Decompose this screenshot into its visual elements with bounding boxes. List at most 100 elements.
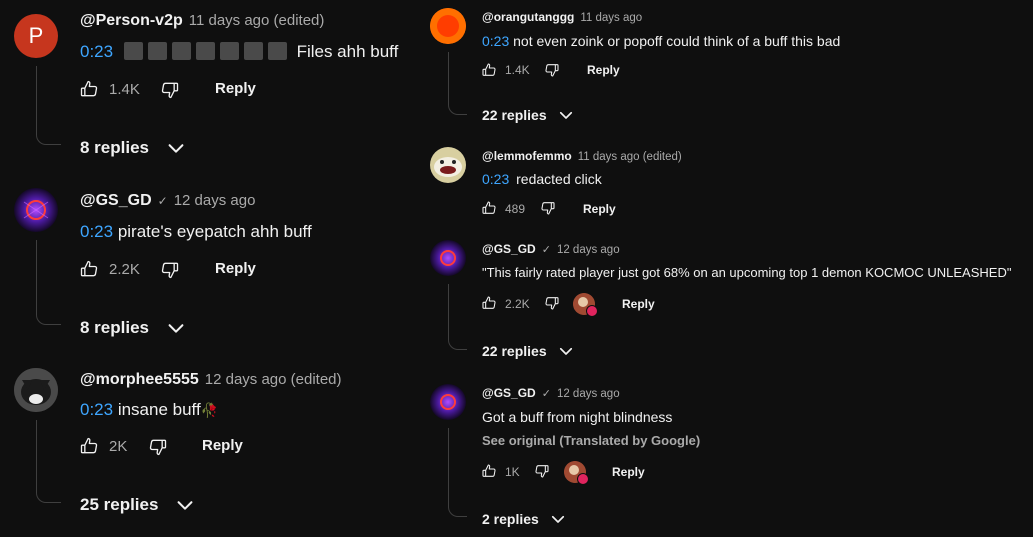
redacted-blocks <box>123 42 292 61</box>
author-name[interactable]: @orangutanggg <box>482 10 574 24</box>
view-replies-button[interactable]: 25 replies <box>80 494 196 516</box>
thumb-down-icon[interactable] <box>160 260 180 280</box>
comment-text: redacted click <box>516 171 602 187</box>
comment-text: Got a buff from night blindness <box>482 409 673 425</box>
comment-text: insane buff <box>117 400 201 419</box>
chevron-down-icon <box>549 510 567 528</box>
like-count: 2.2K <box>505 297 530 311</box>
heart-icon <box>586 305 598 317</box>
reply-button[interactable]: Reply <box>612 465 645 479</box>
wilted-rose-emoji: 🥀 <box>200 402 219 418</box>
comment-date: 12 days ago <box>556 244 620 256</box>
replies-count: 2 replies <box>482 511 539 527</box>
chevron-down-icon <box>165 137 187 159</box>
avatar-image <box>14 188 58 232</box>
comment-text: pirate's eyepatch ahh buff <box>117 222 312 241</box>
avatar-image <box>14 368 58 412</box>
replies-count: 22 replies <box>482 343 547 359</box>
view-replies-button[interactable]: 22 replies <box>482 342 575 360</box>
author-name[interactable]: @morphee5555 <box>80 371 199 389</box>
author-name[interactable]: @Person-v2p <box>80 12 183 30</box>
comment-text: not even zoink or popoff could think of … <box>513 33 841 49</box>
comment-date: 11 days ago <box>580 12 643 24</box>
comment-date: 12 days ago <box>173 192 256 209</box>
thread-line <box>448 428 467 517</box>
thread-line <box>36 240 61 325</box>
comment-text-row: 0:23 not even zoink or popoff could thin… <box>482 33 840 49</box>
reply-button[interactable]: Reply <box>587 63 620 77</box>
avatar[interactable] <box>430 384 466 420</box>
timestamp-link[interactable]: 0:23 <box>482 171 509 187</box>
thumb-up-icon[interactable] <box>79 259 99 279</box>
like-count: 2.2K <box>109 261 140 278</box>
thumb-down-icon[interactable] <box>544 295 560 311</box>
avatar[interactable] <box>430 8 466 44</box>
thread-line <box>36 420 61 503</box>
avatar-letter: P <box>28 23 44 48</box>
like-count: 1K <box>505 465 520 479</box>
reply-button[interactable]: Reply <box>215 80 256 97</box>
avatar[interactable]: P <box>14 14 58 58</box>
view-replies-button[interactable]: 22 replies <box>482 106 575 124</box>
avatar[interactable] <box>14 368 58 412</box>
see-original-link[interactable]: See original (Translated by Google) <box>482 433 700 448</box>
timestamp-link[interactable]: 0:23 <box>482 33 509 49</box>
creator-heart-badge <box>573 293 598 317</box>
like-count: 489 <box>505 202 526 216</box>
author-name[interactable]: @GS_GD <box>482 242 536 256</box>
comment-date: 12 days ago <box>556 388 620 400</box>
view-replies-button[interactable]: 8 replies <box>80 137 187 159</box>
avatar[interactable] <box>430 240 466 276</box>
comment-text: Files ahh buff <box>296 42 399 61</box>
heart-icon <box>577 473 589 485</box>
thumb-up-icon[interactable] <box>79 79 99 99</box>
timestamp-link[interactable]: 0:23 <box>80 400 113 419</box>
avatar-image <box>430 8 466 44</box>
thumb-up-icon[interactable] <box>481 200 497 216</box>
author-name[interactable]: @lemmofemmo <box>482 149 572 163</box>
timestamp-link[interactable]: 0:23 <box>80 42 113 61</box>
author-name[interactable]: @GS_GD <box>482 386 536 400</box>
thumb-down-icon[interactable] <box>534 463 550 479</box>
avatar-image <box>430 147 466 183</box>
avatar-image <box>430 240 466 276</box>
thread-line <box>36 66 61 145</box>
reply-button[interactable]: Reply <box>202 437 243 454</box>
reply-button[interactable]: Reply <box>583 202 616 216</box>
comment-text: "This fairly rated player just got 68% o… <box>482 265 1012 280</box>
like-count: 2K <box>109 438 128 455</box>
view-replies-button[interactable]: 2 replies <box>482 510 567 528</box>
thumb-up-icon[interactable] <box>481 295 497 311</box>
view-replies-button[interactable]: 8 replies <box>80 317 187 339</box>
comment-date: 12 days ago (edited) <box>204 371 342 388</box>
thumb-down-icon[interactable] <box>540 200 556 216</box>
thumb-down-icon[interactable] <box>544 62 560 78</box>
creator-heart-badge <box>564 461 589 485</box>
comment-date: 11 days ago (edited) <box>577 151 682 163</box>
avatar-image <box>430 384 466 420</box>
thread-line <box>448 52 467 115</box>
replies-count: 25 replies <box>80 495 159 514</box>
thumb-up-icon[interactable] <box>79 436 99 456</box>
replies-count: 8 replies <box>80 318 149 337</box>
author-name[interactable]: @GS_GD <box>80 192 152 210</box>
comment-text-row: 0:23 pirate's eyepatch ahh buff <box>80 222 312 242</box>
thumb-down-icon[interactable] <box>160 80 180 100</box>
check-icon: ✓ <box>541 388 551 400</box>
comment-text-row: 0:23 redacted click <box>482 171 602 187</box>
replies-count: 8 replies <box>80 138 149 157</box>
check-icon: ✓ <box>157 194 168 208</box>
reply-button[interactable]: Reply <box>215 260 256 277</box>
comment-text-row: 0:23 Files ahh buff <box>80 42 398 62</box>
like-count: 1.4K <box>109 81 140 98</box>
thumb-up-icon[interactable] <box>481 463 497 479</box>
reply-button[interactable]: Reply <box>622 297 655 311</box>
comment-date: 11 days ago (edited) <box>188 12 325 29</box>
thumb-up-icon[interactable] <box>481 62 497 78</box>
replies-count: 22 replies <box>482 107 547 123</box>
avatar[interactable] <box>430 147 466 183</box>
check-icon: ✓ <box>541 244 551 256</box>
timestamp-link[interactable]: 0:23 <box>80 222 113 241</box>
avatar[interactable] <box>14 188 58 232</box>
thumb-down-icon[interactable] <box>148 437 168 457</box>
